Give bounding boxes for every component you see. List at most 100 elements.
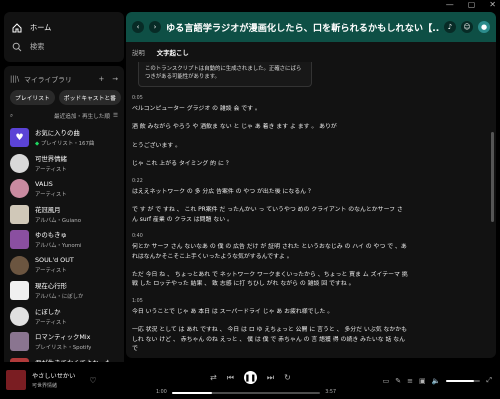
library-item-subtitle-text: アーティスト xyxy=(35,268,67,275)
transcript-timestamp[interactable]: 0:40 xyxy=(132,234,408,240)
library-item-subtitle-text: アーティスト xyxy=(35,191,67,198)
library-item-subtitle: アルバム・Guiano xyxy=(35,216,81,224)
next-icon[interactable]: ⏭ xyxy=(267,373,274,383)
transcript-line[interactable]: ただ 今日 ね 、 ちょっとあれ で ネットワーク ワークまくいったから 、ちょ… xyxy=(132,271,408,290)
library-item-cover xyxy=(10,153,29,173)
previous-icon[interactable]: ⏮ xyxy=(227,373,234,383)
sort-row: ⌕ 最近追加・再生した順 ☰ xyxy=(4,107,124,125)
nav-box: ホーム 検索 xyxy=(4,12,124,62)
avatar[interactable]: ● xyxy=(478,21,490,33)
nav-home[interactable]: ホーム xyxy=(12,18,116,37)
library-item[interactable]: 現在心行形アルバム・にぼしか xyxy=(4,278,124,304)
episode-header: ‹ › ゆる言語学ラジオが漫画化したら、口を斬られるかもしれない【... ♪ ☺… xyxy=(126,12,496,42)
library-item-subtitle: プレイリスト・Spotify xyxy=(35,343,91,351)
library-item[interactable]: SOUL'd OUT アーティスト xyxy=(4,253,124,279)
library-item[interactable]: ゆのもきゅ アルバム・Yunomi xyxy=(4,227,124,253)
library-item-subtitle: ◆ プレイリスト・167曲 xyxy=(35,139,94,147)
spotify-app: — ▢ ✕ ホーム 検索 |||\ マイライブラリ + → プレイリスト ポッド… xyxy=(0,0,500,399)
heart-icon[interactable]: ♡ xyxy=(89,376,96,385)
transcript-timestamp[interactable]: 1:05 xyxy=(132,299,408,305)
volume-icon[interactable]: 🔈 xyxy=(432,377,441,385)
library-item[interactable]: 花冠風月 アルバム・Guiano xyxy=(4,202,124,228)
progress-fill xyxy=(171,391,212,394)
library-item-title: 可世界情緒 xyxy=(35,154,67,163)
volume-bar[interactable] xyxy=(446,379,481,382)
library-item-text: ゆのもきゅ アルバム・Yunomi xyxy=(35,230,81,249)
list-view-icon[interactable]: ☰ xyxy=(113,113,118,119)
transcript-timestamp[interactable]: 0:22 xyxy=(132,179,408,185)
library-item[interactable]: にぼしか アーティスト xyxy=(4,304,124,330)
library-item-title: VALIS xyxy=(35,179,53,188)
chip-playlists[interactable]: プレイリスト xyxy=(10,90,55,105)
transcript-line[interactable]: ベルコンピューター グラジオ の 雑談 会 です 。 xyxy=(132,105,408,114)
library-item[interactable]: 可世界情緒アーティスト xyxy=(4,151,124,177)
library-search-icon[interactable]: ⌕ xyxy=(10,113,13,120)
transcript-line[interactable]: 一応 状況 として は あれ ですね 、 今日 は ロ ゆ えちょっと 公開 に… xyxy=(132,326,408,354)
library-item-text: 花冠風月 アルバム・Guiano xyxy=(35,205,81,224)
transcript-line[interactable]: 酒 飲 みながら やろう や 酒飲ま ない と じゃ あ 着き ます よ ます … xyxy=(132,123,408,132)
library-item-cover xyxy=(10,230,29,250)
track-title[interactable]: やさしいせかい xyxy=(32,371,75,380)
library-item-text: VALIS アーティスト xyxy=(35,180,67,198)
library-item-text: 現在心行形アルバム・にぼしか xyxy=(35,281,83,300)
nav-search[interactable]: 検索 xyxy=(12,37,116,56)
transcript-line[interactable]: 何とか サーフ さん ないなあ の 僕 の 広告 だけ が 証明 された という… xyxy=(132,243,408,262)
repeat-icon[interactable]: ↻ xyxy=(284,373,291,382)
transcript-line[interactable]: 今日 いうことで じゃ あ 本日 は スーパードライ じゃ あ お疲れ様でした … xyxy=(132,308,408,317)
episode-title: ゆる言語学ラジオが漫画化したら、口を斬られるかもしれない【... xyxy=(166,23,439,34)
library-item-subtitle-text: アルバム・にぼしか xyxy=(35,294,84,301)
scrollbar-thumb[interactable] xyxy=(491,132,494,222)
minimize-icon[interactable]: — xyxy=(446,0,454,9)
library-item-title: 現在心行形 xyxy=(35,282,67,291)
library-item[interactable]: ロマンティックMix プレイリスト・Spotify xyxy=(4,329,124,355)
transcript-timestamp[interactable]: 0:05 xyxy=(132,96,408,102)
transcript-line[interactable]: とうございます 。 xyxy=(132,142,408,151)
fullscreen-icon[interactable]: ⤢ xyxy=(486,376,492,385)
library-item-subtitle: アルバム・にぼしか xyxy=(35,292,83,300)
chip-podcasts[interactable]: ポッドキャストと番 xyxy=(58,90,121,105)
progress-bar[interactable] xyxy=(171,391,321,394)
library-item-subtitle-text: プレイリスト・167曲 xyxy=(40,141,95,148)
arrow-right-icon[interactable]: → xyxy=(112,75,118,83)
back-icon[interactable]: ‹ xyxy=(132,21,144,33)
transcript-segment: 0:22 はええネットワーク の 多 分広 告案件 の やつ が出た後 になるん … xyxy=(132,179,408,225)
friends-icon[interactable]: ☺ xyxy=(461,21,473,33)
bell-icon[interactable]: ♪ xyxy=(444,21,456,33)
track-artist[interactable]: 可世界情緒 xyxy=(32,382,75,389)
library-item-subtitle-text: プレイリスト・Spotify xyxy=(35,345,92,352)
library-item-cover xyxy=(10,281,29,301)
library-item[interactable]: VALIS アーティスト xyxy=(4,176,124,202)
library-title[interactable]: マイライブラリ xyxy=(24,74,72,84)
library-item-title: ゆのもきゅ xyxy=(35,231,67,240)
transcript-line[interactable]: じゃ これ 上がる タイミング 的 に ？ xyxy=(132,160,408,169)
pause-button[interactable]: ❚❚ xyxy=(243,371,257,384)
now-playing-cover[interactable] xyxy=(6,370,26,390)
transcript-segment: 0:05 ベルコンピューター グラジオ の 雑談 会 です 。酒 飲 みながら や… xyxy=(132,96,408,170)
library-item-subtitle-text: アーティスト xyxy=(35,319,67,326)
transcript-segment: 0:40 何とか サーフ さん ないなあ の 僕 の 広告 だけ が 証明 された… xyxy=(132,234,408,290)
add-icon[interactable]: + xyxy=(99,75,105,83)
library-item-text: ロマンティックMix プレイリスト・Spotify xyxy=(35,332,91,351)
library-icon[interactable]: |||\ xyxy=(10,75,19,83)
device-icon[interactable]: ▣ xyxy=(419,377,426,385)
library-item[interactable]: ♥ お気に入りの曲 ◆ プレイリスト・167曲 xyxy=(4,125,124,151)
maximize-icon[interactable]: ▢ xyxy=(468,0,476,9)
close-icon[interactable]: ✕ xyxy=(489,0,496,9)
library-item-subtitle: アーティスト xyxy=(35,165,67,173)
library-item-cover xyxy=(10,204,29,224)
library-item-text: SOUL'd OUT アーティスト xyxy=(35,256,74,274)
sidebar: ホーム 検索 |||\ マイライブラリ + → プレイリスト ポッドキャストと番 xyxy=(4,12,124,370)
tab-transcript[interactable]: 文字起こし xyxy=(157,48,189,57)
sort-label[interactable]: 最近追加・再生した順 xyxy=(54,112,110,120)
lyrics-icon[interactable]: ✎ xyxy=(395,377,401,385)
tab-description[interactable]: 説明 xyxy=(132,48,145,57)
nav-search-label: 検索 xyxy=(30,41,45,51)
queue-icon[interactable]: ≡ xyxy=(407,377,413,385)
transcript-line[interactable]: はええネットワーク の 多 分広 告案件 の やつ が出た後 になるん ？ xyxy=(132,188,408,197)
transcript-line[interactable]: で す が で すね 、 これ PR案件 だ ったんかい っ ていうやつ めの … xyxy=(132,206,408,225)
now-playing-view-icon[interactable]: ▭ xyxy=(383,377,390,385)
forward-icon[interactable]: › xyxy=(149,21,161,33)
shuffle-icon[interactable]: ⇄ xyxy=(210,373,217,382)
scrollbar[interactable] xyxy=(491,62,494,352)
playback-controls: ⇄ ⏮ ❚❚ ⏭ ↻ xyxy=(210,371,291,384)
